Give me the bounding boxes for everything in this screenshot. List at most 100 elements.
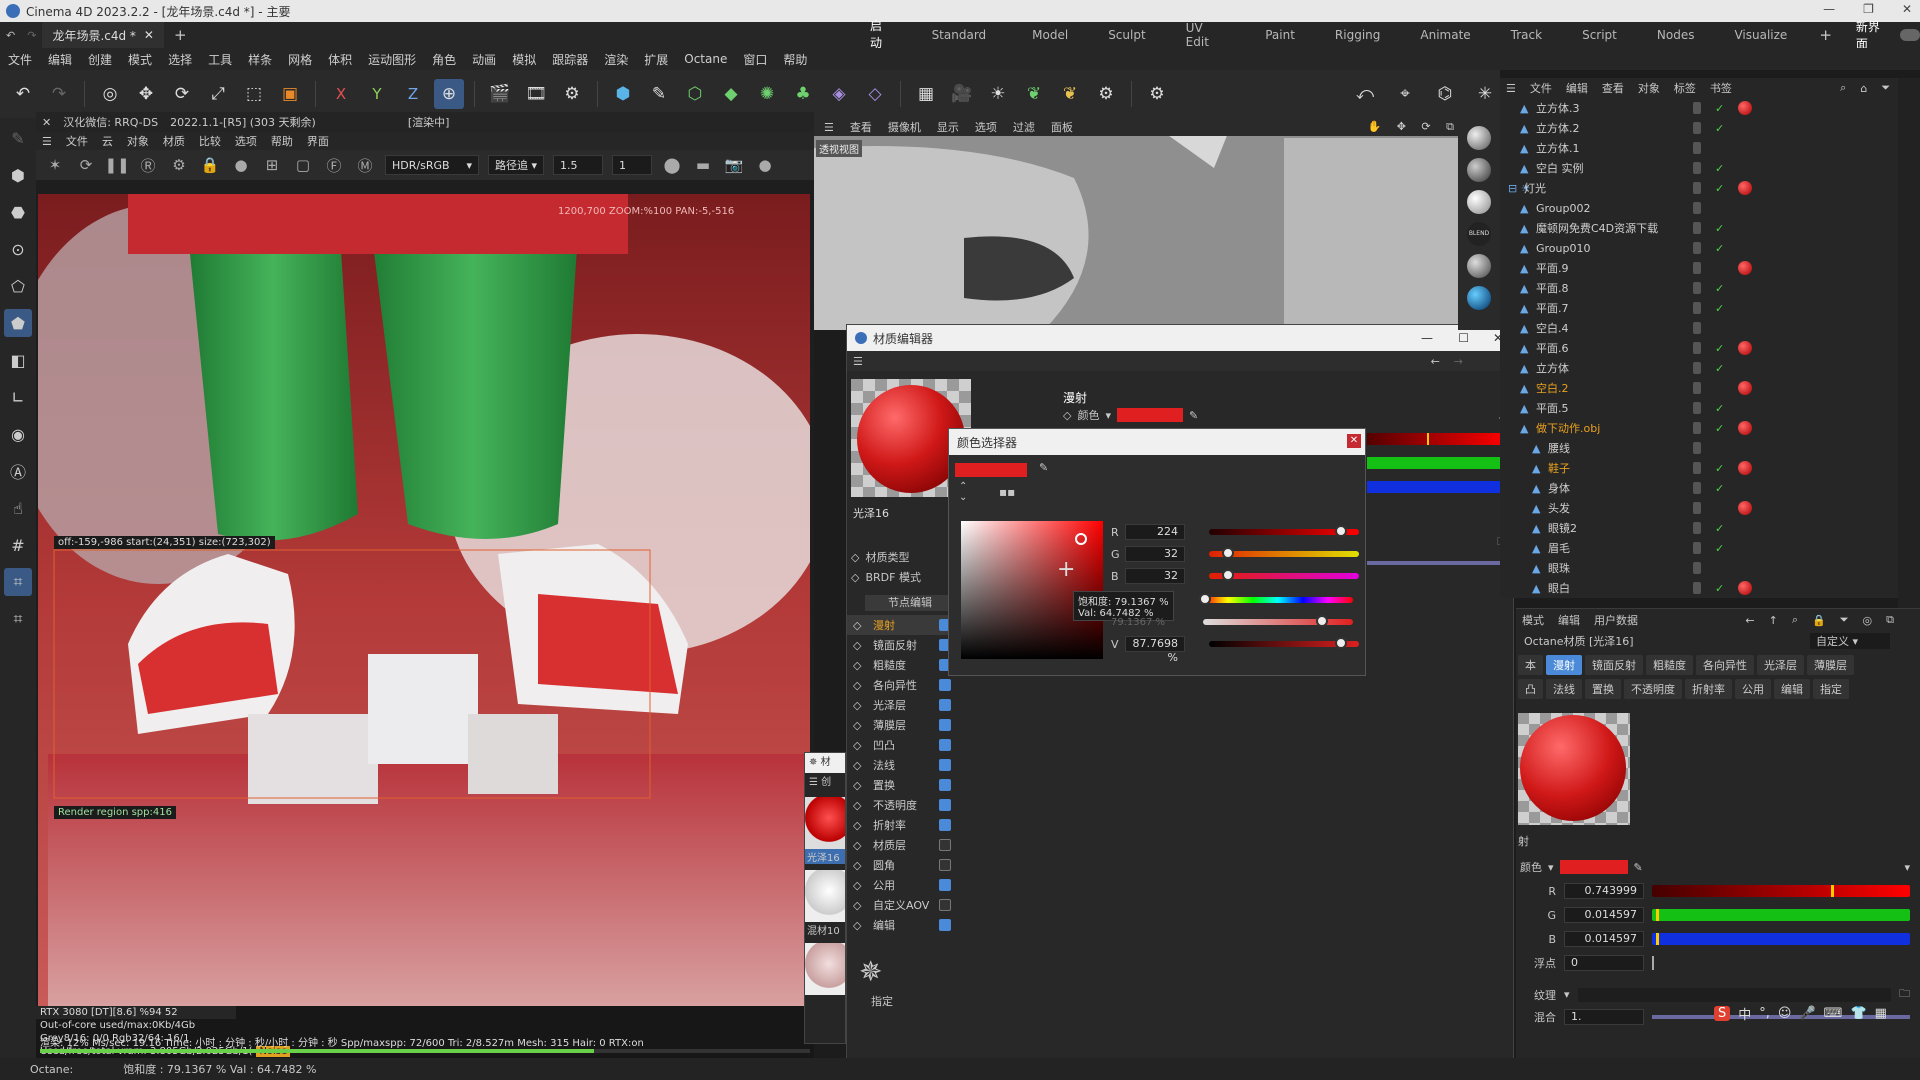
lock-icon[interactable]: 🔒 <box>1812 614 1826 627</box>
folder-icon[interactable]: 🗀 <box>1899 985 1910 1004</box>
object-mode-icon[interactable]: ⬢ <box>4 161 32 189</box>
viewport-nav-icons[interactable]: ✋ ✥ ⟳ ⧉ <box>1368 120 1460 134</box>
light-icon[interactable]: ☀ <box>983 79 1013 109</box>
visibility-toggle[interactable] <box>1693 162 1701 174</box>
attr-mix-field[interactable]: 1. <box>1564 1009 1644 1025</box>
channel-item[interactable]: ◇ 不透明度 <box>847 795 971 815</box>
viewer-menu-file[interactable]: 文件 <box>66 133 88 149</box>
red-slider-knob[interactable] <box>1334 525 1347 537</box>
toggle-icon[interactable]: ⬤ <box>661 154 683 176</box>
tab-basic[interactable]: 本 <box>1518 655 1543 675</box>
filter-icon[interactable]: ⏷ <box>1840 613 1849 627</box>
object-row[interactable]: ▲ 鞋子 ✓ <box>1500 458 1920 478</box>
channel-item[interactable]: ◇ 凹凸 <box>847 735 971 755</box>
attr-g-field[interactable]: 0.014597 <box>1564 907 1644 923</box>
channel-checkbox[interactable] <box>939 839 951 851</box>
world-coord-icon[interactable]: ⊕ <box>434 79 464 109</box>
viewport-menu-display[interactable]: 显示 <box>937 119 959 135</box>
ime-logo-icon[interactable]: S <box>1714 1005 1731 1021</box>
close-icon[interactable]: ✕ <box>1902 2 1912 16</box>
blue-value-field[interactable]: 32 <box>1125 568 1185 584</box>
object-row[interactable]: ▲ 立方体.3 ✓ <box>1500 98 1920 118</box>
object-row[interactable]: ▲ 眉毛 ✓ <box>1500 538 1920 558</box>
tab-displacement[interactable]: 置换 <box>1585 679 1621 699</box>
shading-ball-icon[interactable] <box>1467 190 1491 214</box>
channel-item[interactable]: ◇ 圆角 <box>847 855 971 875</box>
channel-item[interactable]: ◇ 置换 <box>847 775 971 795</box>
skin-icon[interactable]: 👕 <box>1850 1006 1866 1021</box>
target-icon[interactable]: ◎ <box>1863 614 1873 627</box>
viewport-menu-filter[interactable]: 过滤 <box>1013 119 1035 135</box>
menu-window[interactable]: 窗口 <box>735 51 775 68</box>
om-menu-view[interactable]: 查看 <box>1602 80 1624 96</box>
axis-modeling-icon[interactable]: ✳ <box>1470 79 1500 109</box>
visibility-toggle[interactable] <box>1693 582 1701 594</box>
redo-icon[interactable]: ↷ <box>21 29 42 42</box>
channel-item[interactable]: ◇ 各向异性 <box>847 675 971 695</box>
saturation-slider-knob[interactable] <box>1315 615 1328 627</box>
channel-checkbox[interactable] <box>939 879 951 891</box>
visibility-toggle[interactable] <box>1693 422 1701 434</box>
hue-slider-track[interactable] <box>1199 593 1353 605</box>
menu-mograph[interactable]: 运动图形 <box>360 51 424 68</box>
hamburger-icon[interactable]: ☰ <box>853 355 863 368</box>
current-color-swatch[interactable] <box>955 463 1027 477</box>
channel-checkbox[interactable] <box>939 819 951 831</box>
select-tool-icon[interactable]: ◎ <box>95 79 125 109</box>
visibility-toggle[interactable] <box>1693 102 1701 114</box>
menu-tracker[interactable]: 跟踪器 <box>544 51 596 68</box>
viewport-menu-camera[interactable]: 摄像机 <box>888 119 921 135</box>
enabled-check-icon[interactable]: ✓ <box>1715 242 1724 255</box>
channel-checkbox[interactable] <box>939 739 951 751</box>
menu-character[interactable]: 角色 <box>424 51 464 68</box>
channel-item[interactable]: ◇ 公用 <box>847 875 971 895</box>
menu-edit[interactable]: 编辑 <box>40 51 80 68</box>
floor-icon[interactable]: ▦ <box>911 79 941 109</box>
viewer-menu-help[interactable]: 帮助 <box>271 133 293 149</box>
material-tag-icon[interactable] <box>1738 461 1752 475</box>
object-row[interactable]: ▲ Group002 <box>1500 198 1920 218</box>
menu-extensions[interactable]: 扩展 <box>636 51 676 68</box>
visibility-toggle[interactable] <box>1693 402 1701 414</box>
object-row[interactable]: ▲ 魔顿网免费C4D资源下载 ✓ <box>1500 218 1920 238</box>
close-icon[interactable]: ✕ <box>1347 434 1361 448</box>
quantize-icon[interactable]: ⌗ <box>4 605 32 633</box>
menu-render[interactable]: 渲染 <box>596 51 636 68</box>
material-tag-icon[interactable] <box>1738 381 1752 395</box>
attr-r-field[interactable]: 0.743999 <box>1564 883 1644 899</box>
texture-mode-icon[interactable]: ◉ <box>4 420 32 448</box>
menu-animate[interactable]: 动画 <box>464 51 504 68</box>
channel-checkbox[interactable] <box>939 779 951 791</box>
visibility-toggle[interactable] <box>1693 202 1701 214</box>
object-row[interactable]: ▲ 做下动作.obj ✓ <box>1500 418 1920 438</box>
green-value-field[interactable]: 32 <box>1125 546 1185 562</box>
attr-b-marker[interactable] <box>1655 933 1659 945</box>
material-tag-icon[interactable] <box>1738 101 1752 115</box>
object-row[interactable]: ▲ 身体 ✓ <box>1500 478 1920 498</box>
enabled-check-icon[interactable]: ✓ <box>1715 422 1724 435</box>
minimize-icon[interactable]: — <box>1421 331 1433 345</box>
tab-diffuse[interactable]: 漫射 <box>1546 655 1582 675</box>
visibility-toggle[interactable] <box>1693 282 1701 294</box>
field-icon[interactable]: ◈ <box>824 79 854 109</box>
tab-assign[interactable]: 指定 <box>1813 679 1849 699</box>
object-row[interactable]: ▲ 空白.4 <box>1500 318 1920 338</box>
object-row[interactable]: ▲ 头发 <box>1500 498 1920 518</box>
attr-color-swatch[interactable] <box>1559 860 1628 874</box>
viewer-menu-compare[interactable]: 比较 <box>199 133 221 149</box>
mode-arrows-icon[interactable]: ⌃ ⌄ <box>959 481 967 503</box>
eyedropper-icon[interactable]: ✎ <box>1039 461 1048 474</box>
octane-settings-icon[interactable]: ⚙ <box>1091 79 1121 109</box>
material-tag-icon[interactable] <box>1738 261 1752 275</box>
microphone-icon[interactable]: 🎤 <box>1799 1006 1815 1021</box>
cube-icon[interactable]: ⬢ <box>608 79 638 109</box>
menu-tools[interactable]: 工具 <box>200 51 240 68</box>
keyboard-icon[interactable]: ⌨ <box>1824 1006 1843 1021</box>
eyedropper-icon[interactable]: ✎ <box>1189 409 1198 422</box>
object-row[interactable]: ▲ 立方体 ✓ <box>1500 358 1920 378</box>
object-row[interactable]: ▲ 平面.5 ✓ <box>1500 398 1920 418</box>
colorspace-select[interactable]: HDR/sRGB ▾ <box>385 155 479 175</box>
clay-mode-icon[interactable]: ▢ <box>292 154 314 176</box>
workplane-grid-icon[interactable]: ⌗ <box>4 568 32 596</box>
attr-r-marker[interactable] <box>1830 885 1834 897</box>
